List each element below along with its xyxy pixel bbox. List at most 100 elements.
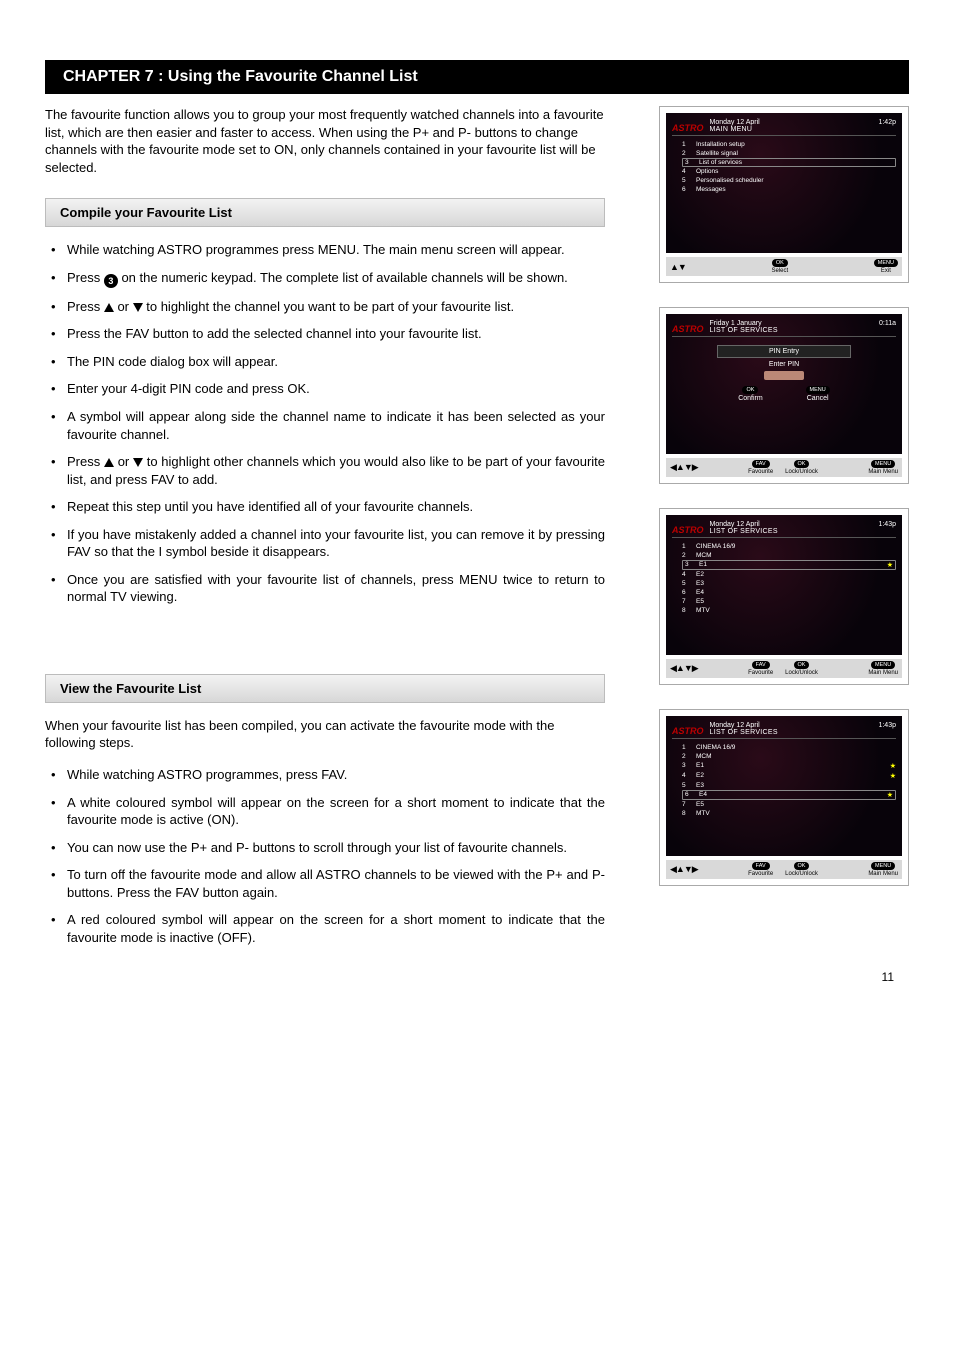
date-text: Friday 1 January [710,320,762,327]
ok-pill: OK [794,862,810,870]
menu-row[interactable]: 6E4 [682,588,896,597]
arrow-down-icon [133,303,143,312]
menu-row[interactable]: 4E2 [682,570,896,579]
row-label: CINEMA 16/9 [696,543,896,550]
menu-label: Main Menu [868,871,898,877]
row-label: MTV [696,810,896,817]
row-number: 3 [685,159,693,166]
row-number: 8 [682,810,690,817]
step: Press the FAV button to add the selected… [45,325,605,343]
row-label: E1 [696,762,880,770]
screen-title: LIST OF SERVICES [710,528,897,535]
step: A white coloured symbol will appear on t… [45,794,605,829]
nav-arrows-icon: ◀▲▼▶ [670,462,698,473]
menu-row[interactable]: 1CINEMA 16/9 [682,542,896,551]
tv-screenshot-list-multi-fav: ASTRO Monday 12 April 1:43p LIST OF SERV… [659,709,909,886]
astro-logo: ASTRO [672,525,704,535]
step: A red coloured symbol will appear on the… [45,911,605,946]
menu-row[interactable]: 7E5 [682,597,896,606]
row-number: 5 [682,580,690,587]
row-label: Installation setup [696,141,896,148]
text: or [114,299,133,314]
row-label: Messages [696,186,896,193]
row-number: 4 [682,772,690,780]
text: on the numeric keypad. The complete list… [118,270,568,285]
row-number: 2 [682,150,690,157]
date-text: Monday 12 April [710,119,760,126]
step: The PIN code dialog box will appear. [45,353,605,371]
section-heading-view: View the Favourite List [45,674,605,703]
row-label: List of services [699,159,893,166]
row-label: Options [696,168,896,175]
menu-row[interactable]: 5E3 [682,781,896,790]
ok-pill: OK [742,386,758,394]
time-text: 1:43p [878,521,896,528]
text: to highlight other channels which you wo… [67,454,605,487]
menu-pill: MENU [871,862,895,870]
row-label: E2 [696,571,896,578]
star-icon: ★ [890,772,896,780]
date-text: Monday 12 April [710,521,760,528]
section-heading-compile: Compile your Favourite List [45,198,605,227]
menu-row[interactable]: 4Options [682,167,896,176]
view-steps: While watching ASTRO programmes, press F… [45,766,605,946]
menu-row[interactable]: 6E4★ [682,790,896,800]
menu-label: Exit [881,268,891,274]
compile-steps: While watching ASTRO programmes press ME… [45,241,605,606]
pin-field[interactable] [764,371,804,380]
row-label: Personalised scheduler [696,177,896,184]
tv-screenshot-list-one-fav: ASTRO Monday 12 April 1:43p LIST OF SERV… [659,508,909,685]
ok-pill: OK [794,661,810,669]
menu-row[interactable]: 3E1★ [682,761,896,771]
pin-header: PIN Entry [717,345,851,358]
menu-pill: MENU [874,259,898,267]
arrow-up-icon [104,458,114,467]
row-number: 8 [682,607,690,614]
menu-row[interactable]: 4E2★ [682,771,896,781]
ok-label: Lock/Unlock [785,469,818,475]
menu-row[interactable]: 2 MCM [682,551,896,560]
menu-row[interactable]: 3E1★ [682,560,896,570]
fav-label: Favourite [748,670,773,676]
row-label: E4 [696,589,896,596]
menu-row[interactable]: 5Personalised scheduler [682,176,896,185]
text: or [114,454,133,469]
astro-logo: ASTRO [672,123,704,133]
row-number: 1 [682,744,690,751]
row-number: 6 [682,186,690,193]
menu-label: Main Menu [868,670,898,676]
time-text: 1:43p [878,722,896,729]
screenshots-column: ASTRO Monday 12 April 1:42p MAIN MENU 1I… [659,106,909,974]
menu-row[interactable]: 3 List of services [682,158,896,167]
menu-row[interactable]: 1CINEMA 16/9 [682,743,896,752]
menu-row[interactable]: 6 Messages [682,185,896,194]
row-number: 3 [685,561,693,569]
page-columns: The favourite function allows you to gro… [45,106,909,974]
row-label: MCM [696,552,896,559]
keypad-3-icon: 3 [104,274,118,288]
row-number: 2 [682,552,690,559]
menu-row[interactable]: 1 Installation setup [682,140,896,149]
step: A symbol will appear along side the chan… [45,408,605,443]
time-text: 1:42p [878,119,896,126]
screen-title: LIST OF SERVICES [710,327,897,334]
star-icon: ★ [887,791,893,799]
row-label: E3 [696,580,896,587]
menu-row[interactable]: 5 E3 [682,579,896,588]
menu-row[interactable]: 2Satellite signal [682,149,896,158]
row-label: E5 [696,801,896,808]
menu-row[interactable]: 2MCM [682,752,896,761]
row-number: 1 [682,141,690,148]
star-icon: ★ [887,561,893,569]
intro-paragraph: The favourite function allows you to gro… [45,106,605,176]
main-content: The favourite function allows you to gro… [45,106,635,974]
menu-row[interactable]: 8MTV [682,606,896,615]
menu-row[interactable]: 8 MTV [682,809,896,818]
footer-bar: ▲▼ OKSelect MENUExit [666,257,902,276]
step: Enter your 4-digit PIN code and press OK… [45,380,605,398]
astro-logo: ASTRO [672,324,704,334]
menu-row[interactable]: 7E5 [682,800,896,809]
text: Press [67,299,104,314]
menu-pill: MENU [871,661,895,669]
tv-screenshot-pin-entry: ASTRO Friday 1 January 0:11a LIST OF SER… [659,307,909,484]
